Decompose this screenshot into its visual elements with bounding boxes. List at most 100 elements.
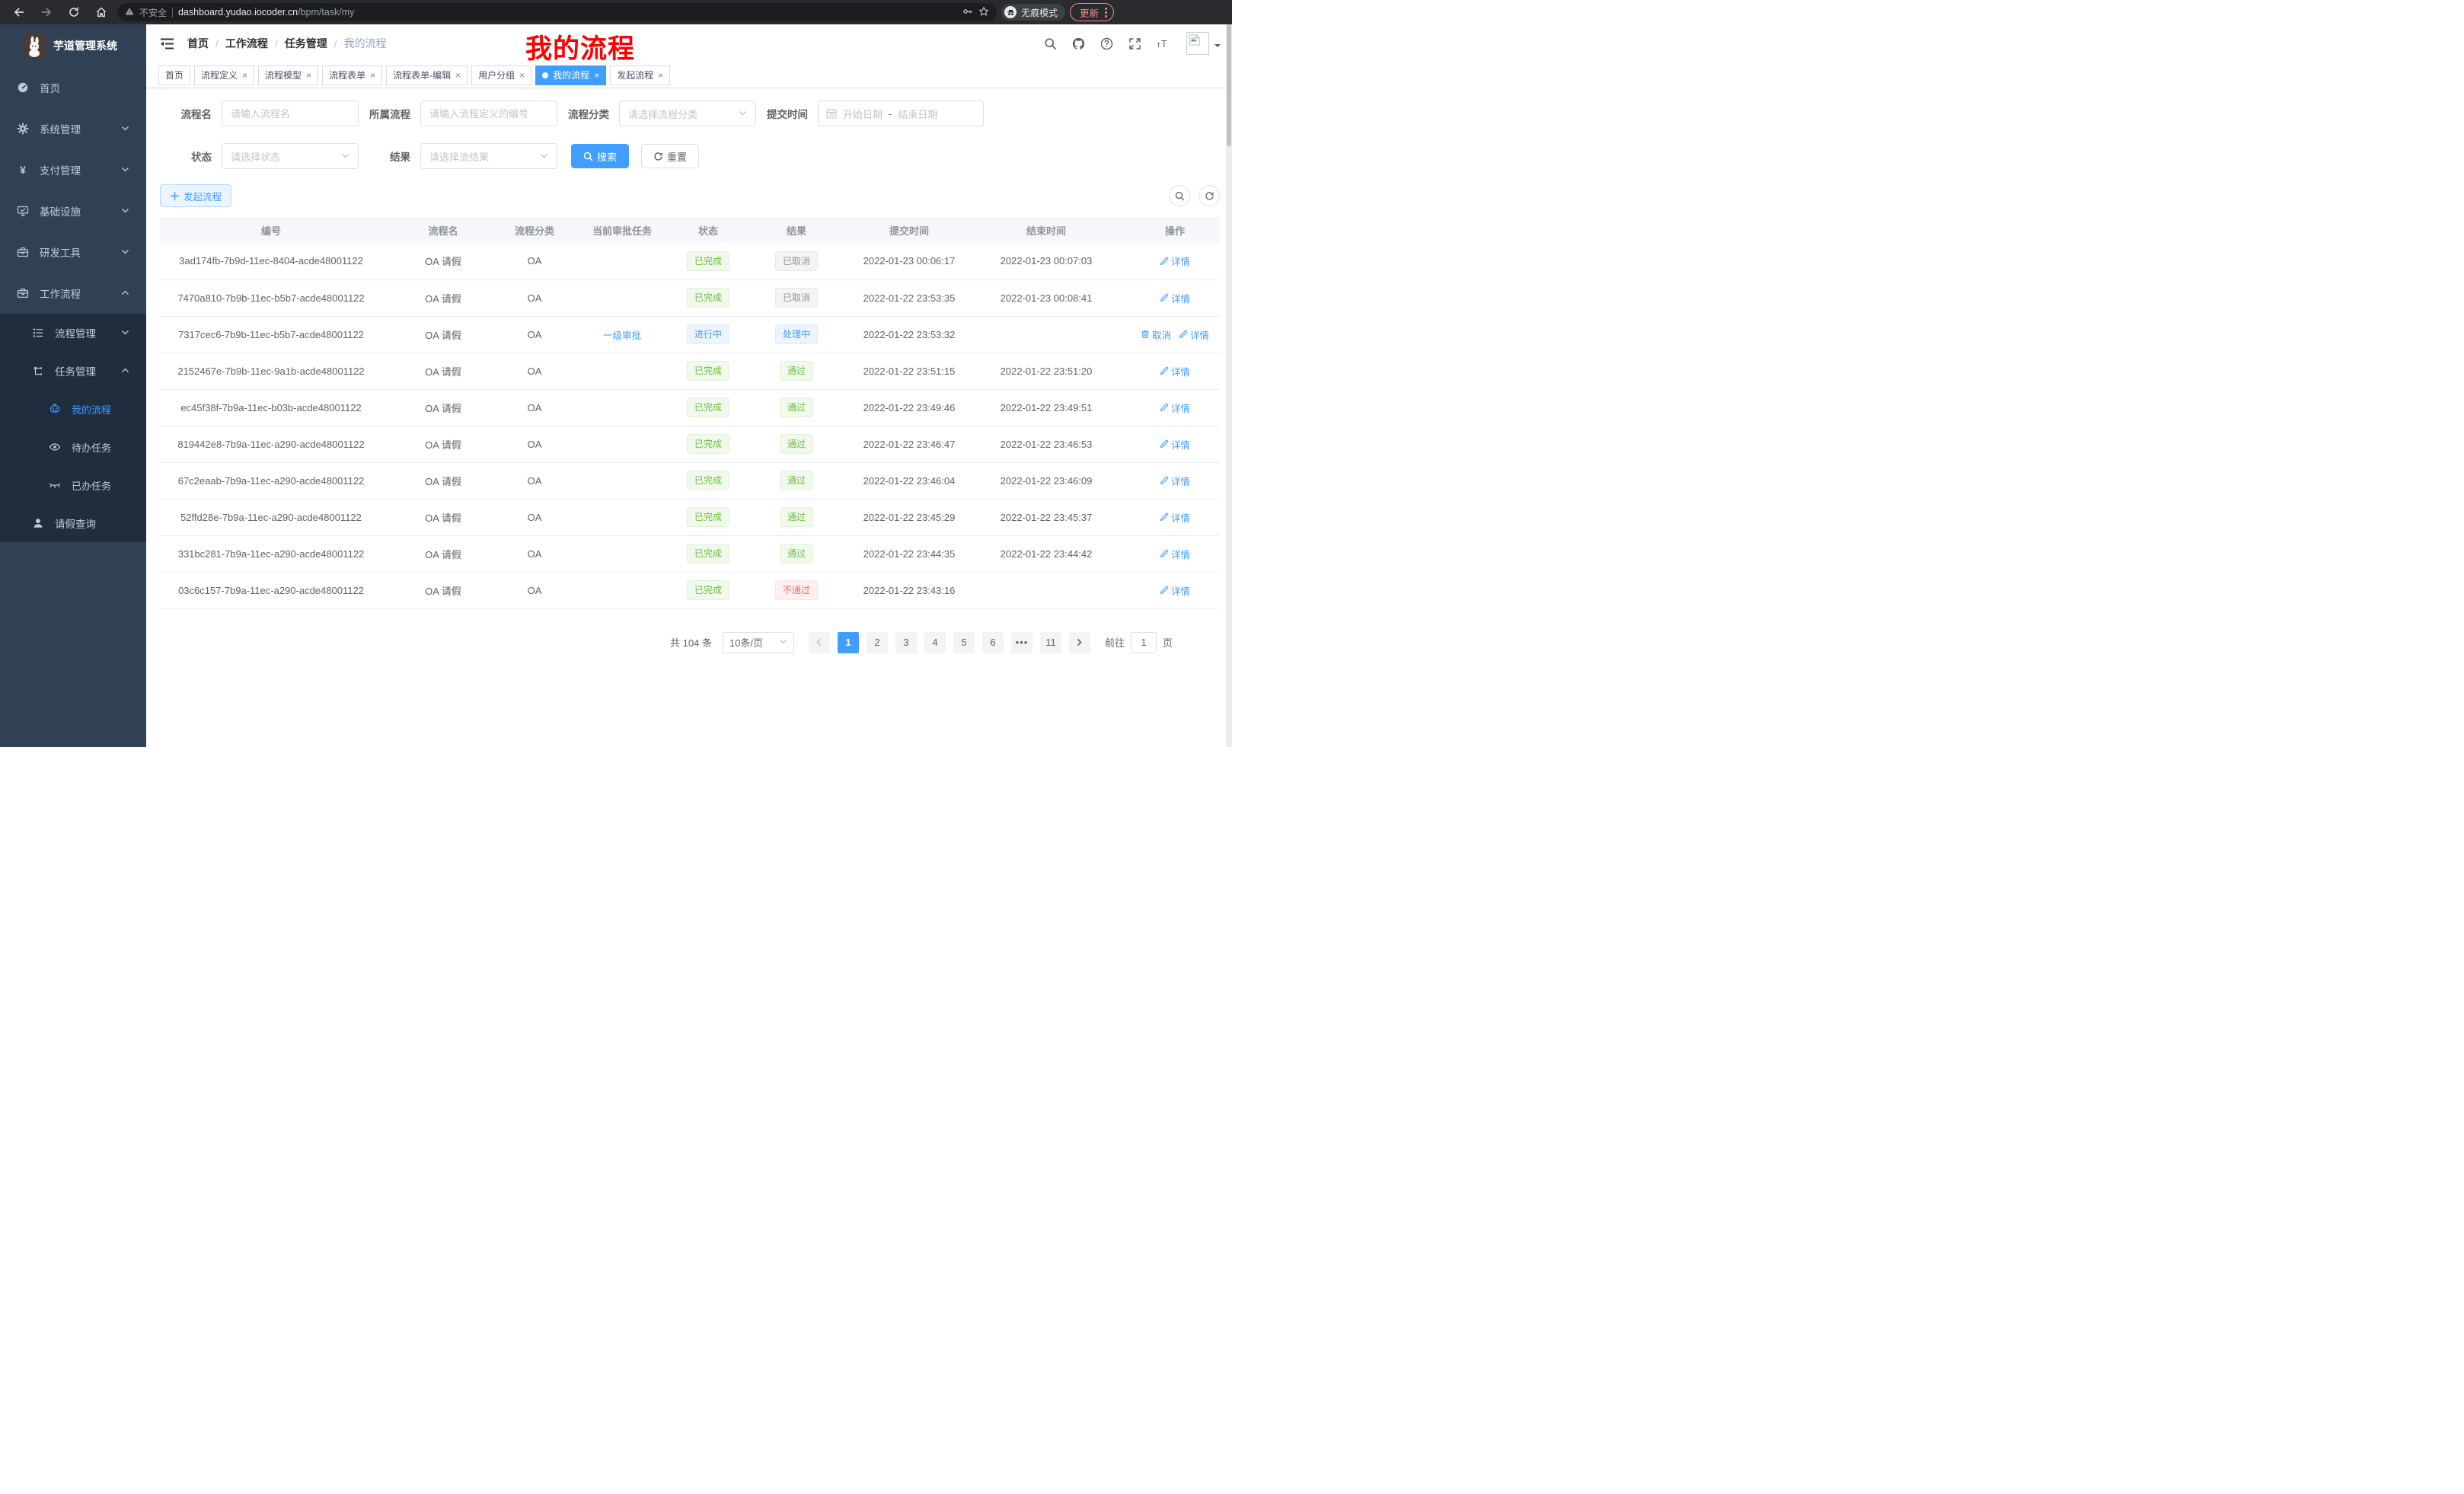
refresh-table-button[interactable]: [1198, 185, 1220, 206]
url-host[interactable]: dashboard.yudao.iocoder.cn: [178, 7, 298, 18]
browser-home-icon[interactable]: [90, 3, 113, 21]
sidebar-item-dev-tools[interactable]: 研发工具: [0, 231, 146, 273]
help-icon[interactable]: [1099, 36, 1114, 51]
filter-row-2: 状态 请选择状态 结果 请选择流结果 搜索: [160, 143, 1220, 169]
browser-back-icon[interactable]: [8, 3, 30, 21]
submit-time-range-picker[interactable]: 开始日期 - 结束日期: [818, 101, 984, 126]
tab-close-icon[interactable]: ×: [306, 71, 311, 80]
detail-link[interactable]: 详情: [1160, 401, 1190, 415]
page-button-2[interactable]: 2: [867, 632, 888, 653]
search-button[interactable]: 搜索: [571, 144, 629, 168]
page-button-4[interactable]: 4: [924, 632, 946, 653]
sidebar-item-system[interactable]: 系统管理: [0, 108, 146, 149]
browser-update-button[interactable]: 更新: [1070, 3, 1114, 21]
github-icon[interactable]: [1071, 36, 1086, 51]
svg-text:¥: ¥: [20, 164, 26, 176]
tab-my-process[interactable]: 我的流程×: [535, 65, 606, 85]
reset-button[interactable]: 重置: [641, 144, 699, 168]
detail-link[interactable]: 详情: [1160, 510, 1190, 525]
detail-link[interactable]: 详情: [1160, 254, 1190, 268]
tab-close-icon[interactable]: ×: [519, 71, 525, 80]
incognito-badge: 无痕模式: [1001, 4, 1065, 21]
omnibox-divider: [172, 8, 173, 18]
not-secure-label[interactable]: 不安全: [139, 6, 167, 19]
browser-scrollbar[interactable]: [1226, 24, 1232, 747]
cell-category: OA: [504, 462, 565, 499]
detail-link[interactable]: 详情: [1160, 364, 1190, 378]
edit-icon: [1160, 512, 1169, 522]
page-button-1[interactable]: 1: [838, 632, 859, 653]
tab-start-process[interactable]: 发起流程 ×: [610, 65, 670, 85]
password-key-icon[interactable]: [962, 6, 973, 19]
tab-close-icon[interactable]: ×: [594, 71, 599, 80]
cell-end-time: 2022-01-22 23:44:42: [962, 535, 1130, 572]
show-search-toggle-button[interactable]: [1169, 185, 1190, 206]
sidebar-collapse-icon[interactable]: [158, 35, 175, 52]
tab-close-icon[interactable]: ×: [242, 71, 247, 80]
cancel-link[interactable]: 取消: [1141, 327, 1171, 342]
detail-link[interactable]: 详情: [1160, 437, 1190, 452]
sidebar-item-my-process[interactable]: 我的流程: [0, 390, 146, 428]
detail-link[interactable]: 详情: [1179, 327, 1209, 342]
result-select[interactable]: 请选择流结果: [420, 143, 557, 169]
sidebar-item-payment[interactable]: ¥支付管理: [0, 149, 146, 190]
browser-reload-icon[interactable]: [62, 3, 85, 21]
sidebar-item-task-mgmt[interactable]: 任务管理: [0, 352, 146, 390]
next-page-button[interactable]: [1069, 632, 1090, 653]
detail-link[interactable]: 详情: [1160, 547, 1190, 561]
detail-link[interactable]: 详情: [1160, 583, 1190, 598]
eye-closed-icon: [49, 479, 61, 491]
monitor-icon: [17, 205, 29, 217]
tab-close-icon[interactable]: ×: [370, 71, 375, 80]
page-button-3[interactable]: 3: [895, 632, 917, 653]
page-button-5[interactable]: 5: [953, 632, 975, 653]
tab-process-definition[interactable]: 流程定义×: [194, 65, 254, 85]
svg-text:T: T: [1157, 41, 1160, 49]
detail-link[interactable]: 详情: [1160, 474, 1190, 488]
font-size-icon[interactable]: TT: [1155, 36, 1170, 51]
sidebar-item-leave-query[interactable]: 请假查询: [0, 504, 146, 542]
sidebar-item-done-tasks[interactable]: 已办任务: [0, 466, 146, 504]
cell-status-badge: 已完成: [687, 544, 729, 563]
app-logo[interactable]: 芋道管理系统: [0, 24, 146, 67]
page-size-select[interactable]: 10条/页: [723, 632, 794, 653]
header-search-icon[interactable]: [1042, 36, 1058, 51]
page-button-6[interactable]: 6: [982, 632, 1004, 653]
create-process-button[interactable]: 发起流程: [160, 184, 231, 207]
tab-user-group[interactable]: 用户分组×: [471, 65, 531, 85]
category-select[interactable]: 请选择流程分类: [619, 101, 756, 126]
browser-address-bar[interactable]: 不安全 dashboard.yudao.iocoder.cn/bpm/task/…: [117, 3, 997, 21]
tab-label: 发起流程: [617, 69, 653, 81]
tab-home[interactable]: 首页: [158, 65, 190, 85]
sidebar-item-workflow[interactable]: 工作流程: [0, 273, 146, 314]
breadcrumb-item[interactable]: 工作流程: [225, 36, 268, 51]
pagination-more[interactable]: •••: [1011, 632, 1033, 653]
table-toolbar: 发起流程: [160, 184, 1220, 207]
tab-process-model[interactable]: 流程模型×: [258, 65, 318, 85]
browser-forward-icon[interactable]: [35, 3, 58, 21]
filter-status-label: 状态: [160, 148, 212, 164]
fullscreen-icon[interactable]: [1127, 36, 1142, 51]
sidebar-item-todo-tasks[interactable]: 待办任务: [0, 428, 146, 466]
tab-close-icon[interactable]: ×: [455, 71, 461, 80]
bookmark-star-icon[interactable]: [978, 6, 989, 19]
sidebar-item-home[interactable]: 首页: [0, 67, 146, 108]
sidebar-item-process-mgmt[interactable]: 流程管理: [0, 314, 146, 352]
status-select[interactable]: 请选择状态: [222, 143, 359, 169]
scrollbar-thumb[interactable]: [1227, 24, 1231, 146]
breadcrumb-item[interactable]: 首页: [187, 36, 209, 51]
page-button-11[interactable]: 11: [1040, 632, 1061, 653]
browser-menu-icon[interactable]: [1105, 8, 1107, 18]
detail-link[interactable]: 详情: [1160, 291, 1190, 305]
goto-page-input[interactable]: [1131, 632, 1157, 653]
tab-process-form[interactable]: 流程表单×: [322, 65, 382, 85]
user-avatar-menu[interactable]: [1186, 32, 1221, 55]
tab-process-form-edit[interactable]: 流程表单-编辑×: [386, 65, 468, 85]
sidebar-item-infrastructure[interactable]: 基础设施: [0, 190, 146, 231]
current-task-link[interactable]: 一级审批: [603, 327, 641, 342]
process-name-input[interactable]: [231, 108, 349, 120]
tab-close-icon[interactable]: ×: [658, 71, 663, 80]
prev-page-button[interactable]: [809, 632, 830, 653]
breadcrumb-item[interactable]: 任务管理: [285, 36, 327, 51]
process-definition-input[interactable]: [429, 108, 548, 120]
